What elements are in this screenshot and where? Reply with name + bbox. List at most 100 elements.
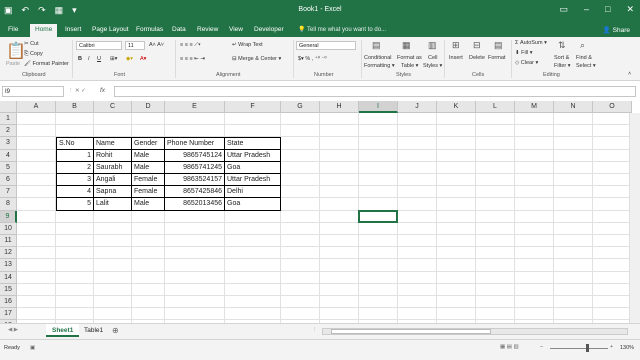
cell-n3[interactable] [554,137,593,150]
cell-l1[interactable] [476,113,515,126]
cell-f12[interactable] [225,247,281,260]
cell-d8[interactable]: Male [132,198,165,211]
cell-i17[interactable] [359,308,398,321]
cell-d17[interactable] [132,308,165,321]
cell-o2[interactable] [593,125,632,138]
cell-f14[interactable] [225,271,281,284]
cell-c14[interactable] [94,271,132,284]
cell-g17[interactable] [281,308,320,321]
cell-j17[interactable] [398,308,437,321]
cell-i7[interactable] [359,186,398,199]
cell-h4[interactable] [320,149,359,162]
cell-h10[interactable] [320,222,359,235]
cell-o6[interactable] [593,174,632,187]
cell-a12[interactable] [17,247,56,260]
cell-g12[interactable] [281,247,320,260]
cell-l13[interactable] [476,259,515,272]
cell-n11[interactable] [554,235,593,248]
cell-j4[interactable] [398,149,437,162]
font-grow-shrink[interactable]: A˄ A˅ [149,42,164,48]
cell-h14[interactable] [320,271,359,284]
cell-f7[interactable]: Delhi [225,186,281,199]
tab-insert[interactable]: Insert [65,26,81,33]
conditional-formatting-label[interactable]: Conditional [364,55,392,61]
cell-f4[interactable]: Uttar Pradesh [225,149,281,162]
cell-j13[interactable] [398,259,437,272]
fx-icon[interactable]: fx [100,87,105,94]
tab-page-layout[interactable]: Page Layout [92,26,129,33]
cell-a6[interactable] [17,174,56,187]
cell-h7[interactable] [320,186,359,199]
row-header-6[interactable]: 6 [0,174,17,187]
borders-icon[interactable]: ⊞▾ [110,56,117,62]
cell-a16[interactable] [17,296,56,309]
cell-i13[interactable] [359,259,398,272]
cell-h3[interactable] [320,137,359,150]
column-header-n[interactable]: N [554,101,593,113]
cell-c17[interactable] [94,308,132,321]
sort-filter-label-2[interactable]: Filter ▾ [554,63,571,69]
italic-button[interactable]: I [88,56,90,62]
cell-a17[interactable] [17,308,56,321]
cell-j10[interactable] [398,222,437,235]
cell-a4[interactable] [17,149,56,162]
insert-cells-button[interactable]: Insert [449,55,463,61]
sheet-nav-arrows[interactable]: ◀ ▶ [8,327,18,333]
cell-j5[interactable] [398,161,437,174]
cell-a5[interactable] [17,161,56,174]
cell-n9[interactable] [554,210,593,223]
zoom-in-icon[interactable]: + [610,344,613,350]
column-header-f[interactable]: F [225,101,281,113]
cell-d3[interactable]: Gender [132,137,165,150]
cell-n7[interactable] [554,186,593,199]
cell-e9[interactable] [165,210,225,223]
cell-d11[interactable] [132,235,165,248]
cell-a2[interactable] [17,125,56,138]
horizontal-scroll-thumb[interactable] [331,329,491,334]
cell-a1[interactable] [17,113,56,126]
cell-l8[interactable] [476,198,515,211]
cell-e2[interactable] [165,125,225,138]
cell-f15[interactable] [225,283,281,296]
cell-j1[interactable] [398,113,437,126]
cell-h8[interactable] [320,198,359,211]
cell-e10[interactable] [165,222,225,235]
cell-d12[interactable] [132,247,165,260]
share-button[interactable]: 👤 Share [603,26,630,34]
cell-m2[interactable] [515,125,554,138]
cell-n4[interactable] [554,149,593,162]
cell-h2[interactable] [320,125,359,138]
active-cell-selection[interactable] [358,209,398,223]
cell-a11[interactable] [17,235,56,248]
cell-j2[interactable] [398,125,437,138]
cell-f9[interactable] [225,210,281,223]
cell-f6[interactable]: Uttar Pradesh [225,174,281,187]
cell-h1[interactable] [320,113,359,126]
cell-k7[interactable] [437,186,476,199]
cell-g14[interactable] [281,271,320,284]
align-left-icons[interactable]: ≡ ≡ ≡ ⇤ ⇥ [180,56,205,62]
cell-d14[interactable] [132,271,165,284]
cell-k11[interactable] [437,235,476,248]
font-color-icon[interactable]: A▾ [140,56,146,62]
cell-k1[interactable] [437,113,476,126]
cell-b9[interactable] [56,210,94,223]
tab-file[interactable]: File [8,26,18,33]
cell-e5[interactable]: 9865741245 [165,161,225,174]
cell-e3[interactable]: Phone Number [165,137,225,150]
cell-h15[interactable] [320,283,359,296]
row-header-12[interactable]: 12 [0,247,17,260]
cell-c16[interactable] [94,296,132,309]
column-header-l[interactable]: L [476,101,515,113]
cell-i14[interactable] [359,271,398,284]
cell-c1[interactable] [94,113,132,126]
cell-g15[interactable] [281,283,320,296]
cell-m16[interactable] [515,296,554,309]
cell-e17[interactable] [165,308,225,321]
cell-k15[interactable] [437,283,476,296]
cell-g11[interactable] [281,235,320,248]
cell-j11[interactable] [398,235,437,248]
view-buttons[interactable]: ▦ ▤ ▥ [500,344,519,350]
cell-d2[interactable] [132,125,165,138]
zoom-out-icon[interactable]: – [540,344,543,350]
